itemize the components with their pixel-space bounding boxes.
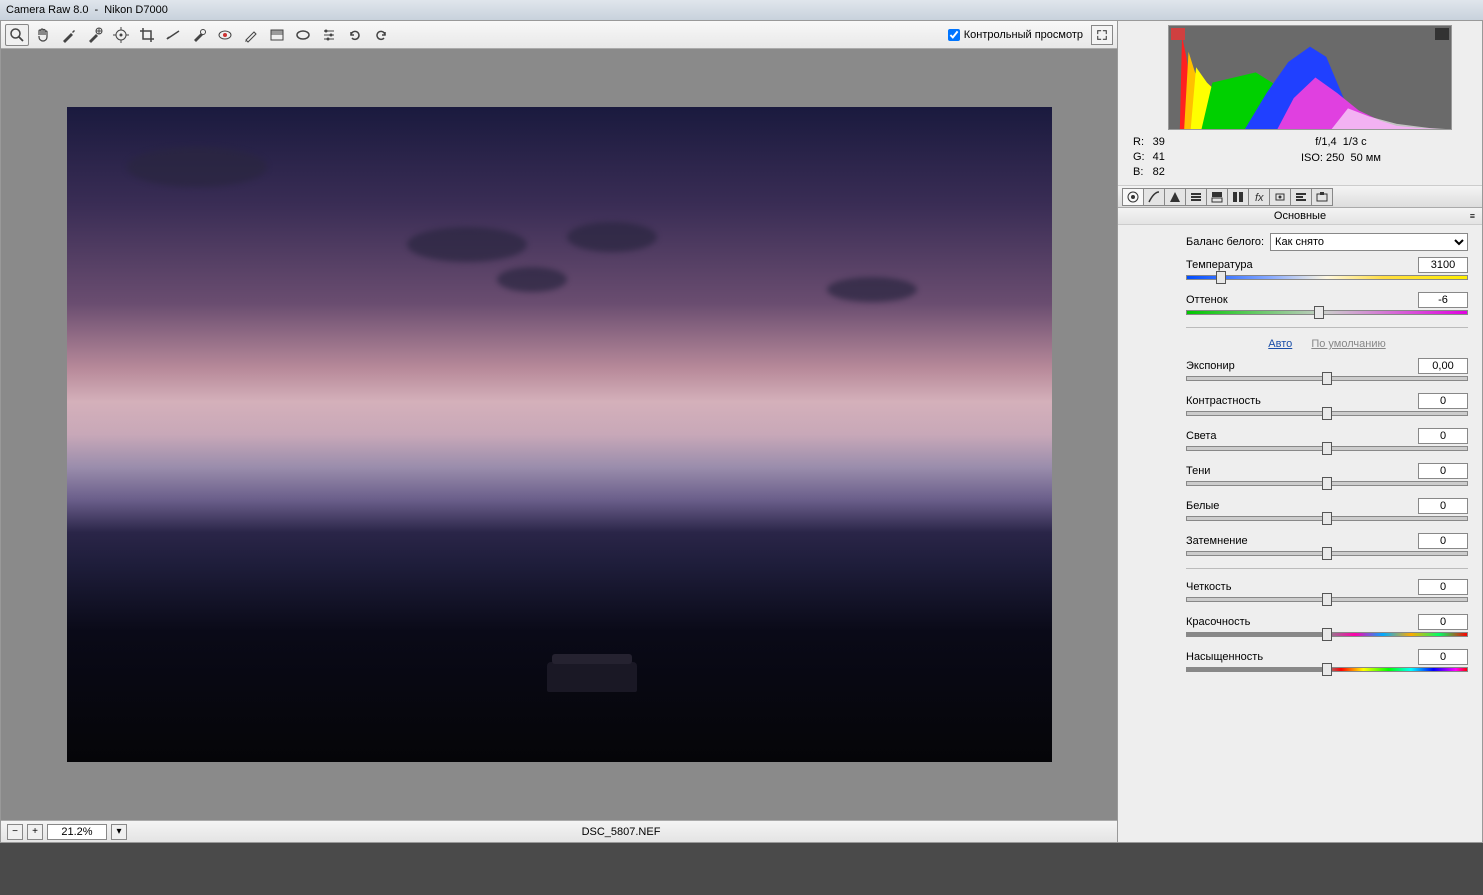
temperature-thumb[interactable]: [1216, 271, 1226, 284]
tab-snapshots[interactable]: [1311, 188, 1333, 206]
red-eye-tool[interactable]: [213, 24, 237, 46]
auto-link[interactable]: Авто: [1268, 338, 1292, 350]
preferences-tool[interactable]: [317, 24, 341, 46]
tint-thumb[interactable]: [1314, 306, 1324, 319]
panel-menu-button[interactable]: ≡: [1470, 211, 1476, 221]
tool-toolbar: Контрольный просмотр: [1, 21, 1117, 49]
tab-calibration[interactable]: [1269, 188, 1291, 206]
clarity-slider[interactable]: Четкость: [1186, 579, 1468, 602]
svg-text:fx: fx: [1255, 192, 1264, 204]
contrast-input[interactable]: [1418, 393, 1468, 409]
histogram[interactable]: [1168, 25, 1452, 130]
fullscreen-button[interactable]: [1091, 25, 1113, 45]
exposure-input[interactable]: [1418, 358, 1468, 374]
filename-label: DSC_5807.NEF: [131, 826, 1111, 838]
title-sep: -: [95, 4, 99, 16]
tab-hsl[interactable]: [1185, 188, 1207, 206]
blacks-input[interactable]: [1418, 533, 1468, 549]
crop-tool[interactable]: [135, 24, 159, 46]
vibrance-input[interactable]: [1418, 614, 1468, 630]
tab-basic[interactable]: [1122, 188, 1144, 206]
camera-model: Nikon D7000: [104, 4, 168, 16]
boat-shape: [547, 662, 637, 692]
preview-checkbox[interactable]: [948, 29, 960, 41]
whites-slider[interactable]: Белые: [1186, 498, 1468, 521]
tint-slider[interactable]: Оттенок: [1186, 292, 1468, 315]
tint-input[interactable]: [1418, 292, 1468, 308]
tab-detail[interactable]: [1164, 188, 1186, 206]
graduated-filter-tool[interactable]: [265, 24, 289, 46]
vibrance-slider[interactable]: Красочность: [1186, 614, 1468, 637]
zoom-dropdown-button[interactable]: ▾: [111, 824, 127, 840]
radial-filter-tool[interactable]: [291, 24, 315, 46]
blacks-slider[interactable]: Затемнение: [1186, 533, 1468, 556]
preview-label: Контрольный просмотр: [964, 29, 1083, 41]
tab-presets[interactable]: [1290, 188, 1312, 206]
clarity-input[interactable]: [1418, 579, 1468, 595]
panel-tabstrip: fx: [1118, 186, 1482, 208]
white-balance-tool[interactable]: [57, 24, 81, 46]
shadows-slider[interactable]: Тени: [1186, 463, 1468, 486]
targeted-adjustment-tool[interactable]: [109, 24, 133, 46]
status-bar: − + 21.2% ▾ DSC_5807.NEF: [1, 820, 1117, 842]
shadows-input[interactable]: [1418, 463, 1468, 479]
zoom-value[interactable]: 21.2%: [47, 824, 107, 840]
exif-readout: f/1,4 1/3 с ISO: 250 50 мм: [1210, 134, 1472, 181]
rotate-cw-tool[interactable]: [369, 24, 393, 46]
rgb-readout: R:39 G:41 B:82: [1128, 134, 1170, 181]
zoom-out-button[interactable]: −: [7, 824, 23, 840]
contrast-slider[interactable]: Контрастность: [1186, 393, 1468, 416]
info-row: R:39 G:41 B:82 f/1,4 1/3 с ISO: 250 50 м…: [1118, 130, 1482, 186]
spot-removal-tool[interactable]: [187, 24, 211, 46]
bottom-space: [0, 843, 1483, 895]
color-sampler-tool[interactable]: [83, 24, 107, 46]
highlight-clip-warning[interactable]: [1435, 28, 1449, 40]
tab-effects[interactable]: fx: [1248, 188, 1270, 206]
highlights-input[interactable]: [1418, 428, 1468, 444]
photo-preview: [67, 107, 1052, 762]
adjustments-pane: R:39 G:41 B:82 f/1,4 1/3 с ISO: 250 50 м…: [1118, 20, 1483, 843]
panel-body: Баланс белого: Как снято Температура Отт…: [1118, 225, 1482, 692]
image-canvas[interactable]: [1, 49, 1117, 820]
temperature-input[interactable]: [1418, 257, 1468, 273]
tab-split-tone[interactable]: [1206, 188, 1228, 206]
straighten-tool[interactable]: [161, 24, 185, 46]
default-link[interactable]: По умолчанию: [1311, 338, 1385, 350]
temperature-slider[interactable]: Температура: [1186, 257, 1468, 280]
highlights-slider[interactable]: Света: [1186, 428, 1468, 451]
saturation-input[interactable]: [1418, 649, 1468, 665]
tab-lens[interactable]: [1227, 188, 1249, 206]
tab-curve[interactable]: [1143, 188, 1165, 206]
saturation-slider[interactable]: Насыщенность: [1186, 649, 1468, 672]
panel-title: Основные ≡: [1118, 208, 1482, 225]
hand-tool[interactable]: [31, 24, 55, 46]
zoom-tool[interactable]: [5, 24, 29, 46]
whites-input[interactable]: [1418, 498, 1468, 514]
preview-pane: Контрольный просмотр − + 21.2% ▾ DSC_580…: [0, 20, 1118, 843]
white-balance-label: Баланс белого:: [1186, 236, 1264, 248]
white-balance-select[interactable]: Как снято: [1270, 233, 1468, 251]
shadow-clip-warning[interactable]: [1171, 28, 1185, 40]
zoom-in-button[interactable]: +: [27, 824, 43, 840]
rotate-ccw-tool[interactable]: [343, 24, 367, 46]
adjustment-brush-tool[interactable]: [239, 24, 263, 46]
window-titlebar: Camera Raw 8.0 - Nikon D7000: [0, 0, 1483, 20]
app-name: Camera Raw 8.0: [6, 4, 89, 16]
exposure-slider[interactable]: Экспонир: [1186, 358, 1468, 381]
